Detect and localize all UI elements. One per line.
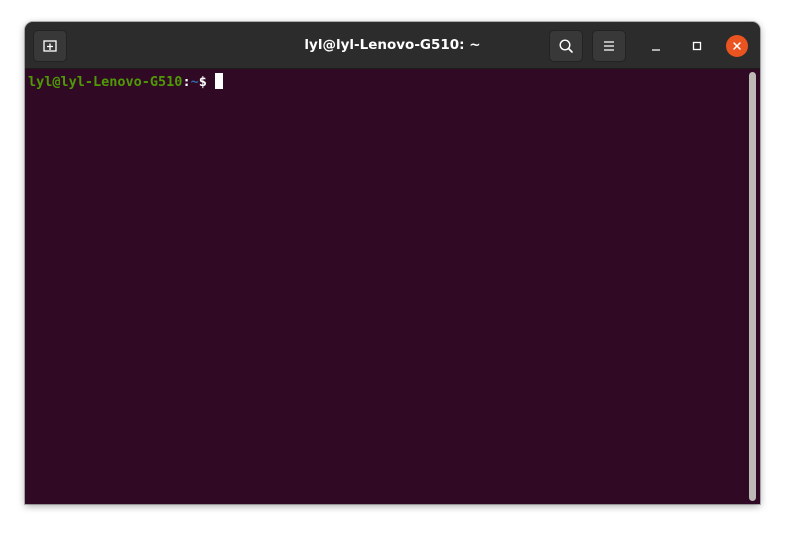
search-icon [559, 39, 573, 53]
close-button[interactable] [726, 35, 748, 57]
maximize-icon [692, 41, 702, 51]
minimize-icon [652, 49, 660, 51]
prompt-symbol: $ [198, 74, 207, 90]
headerbar: lyl@lyl-Lenovo-G510: ~ [25, 22, 760, 69]
terminal-window: lyl@lyl-Lenovo-G510: ~ lyl@lyl-Lenovo-G5… [25, 22, 760, 504]
menu-button[interactable] [592, 30, 626, 62]
prompt-user-host: lyl@lyl-Lenovo-G510 [28, 74, 183, 90]
new-tab-icon [43, 40, 57, 52]
window-title: lyl@lyl-Lenovo-G510: ~ [304, 37, 481, 53]
minimize-button[interactable] [645, 35, 667, 57]
close-icon [733, 42, 741, 50]
prompt-separator: : [182, 74, 191, 90]
prompt-line: lyl@lyl-Lenovo-G510:~$ [28, 73, 223, 91]
scrollbar[interactable] [749, 72, 756, 501]
hamburger-menu-icon [604, 41, 614, 51]
maximize-button[interactable] [686, 35, 708, 57]
prompt-path: ~ [190, 74, 199, 90]
terminal-area[interactable]: lyl@lyl-Lenovo-G510:~$ [25, 69, 760, 504]
new-tab-button[interactable] [33, 30, 67, 62]
search-button[interactable] [549, 30, 583, 62]
text-cursor [214, 73, 223, 89]
